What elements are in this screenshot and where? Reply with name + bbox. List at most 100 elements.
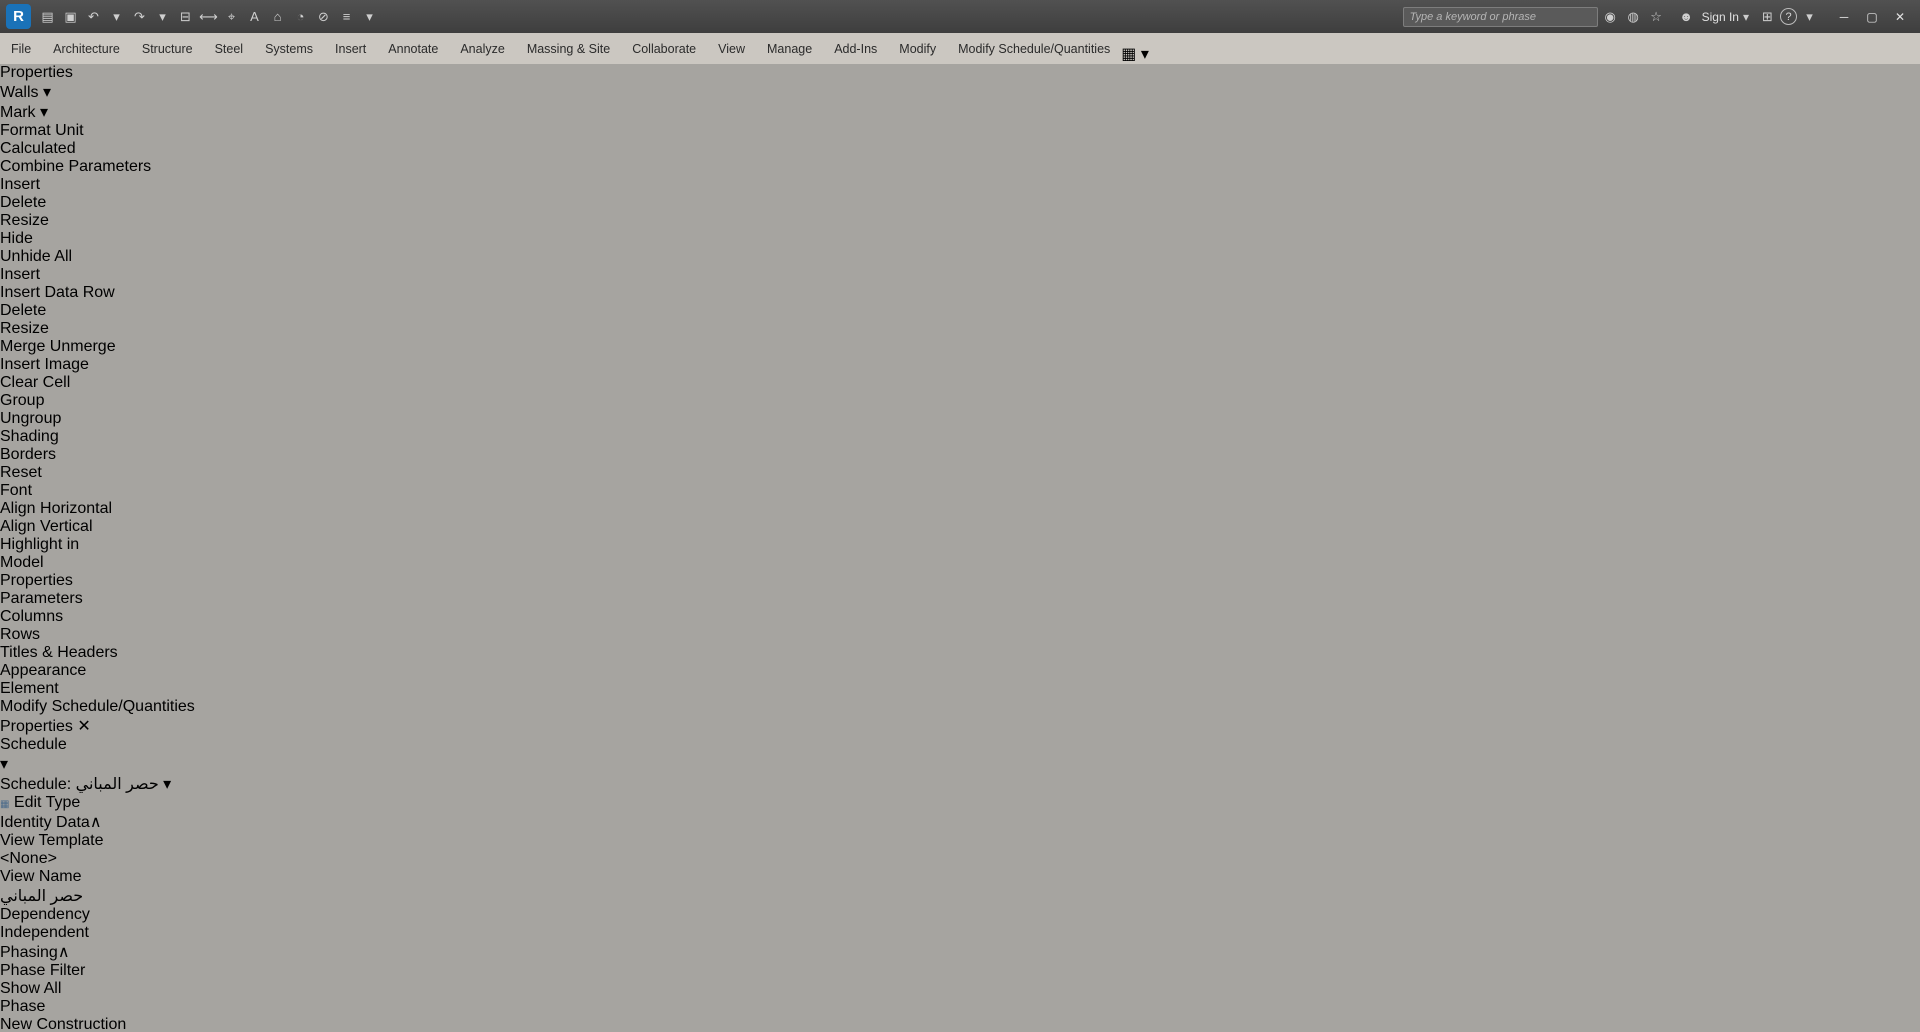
category-combo[interactable]: Walls ▾: [0, 82, 340, 102]
close-button[interactable]: ✕: [1886, 5, 1914, 29]
merge-unmerge-button[interactable]: Merge Unmerge: [0, 338, 285, 356]
clear-cell-button[interactable]: Clear Cell: [0, 374, 285, 392]
align-horizontal-button[interactable]: Align Horizontal: [0, 500, 375, 518]
insert-image-button[interactable]: Insert Image: [0, 356, 285, 374]
redo-dropdown-icon[interactable]: ▾: [151, 5, 174, 28]
thin-lines-icon[interactable]: ≡: [335, 5, 358, 28]
default-3d-view-icon[interactable]: ⌂: [266, 5, 289, 28]
properties-section-header[interactable]: Phasing∧: [0, 942, 1920, 962]
parameter-combo[interactable]: Mark ▾: [0, 102, 340, 122]
ribbon-tab-collaborate[interactable]: Collaborate: [621, 33, 707, 64]
customize-qat-icon[interactable]: ▾: [358, 5, 381, 28]
ribbon: Properties Walls ▾ Mark ▾ Format Unit Ca…: [0, 64, 1920, 572]
ribbon-tab-systems[interactable]: Systems: [254, 33, 324, 64]
open-icon[interactable]: ▤: [36, 5, 59, 28]
minimize-button[interactable]: ─: [1830, 5, 1858, 29]
print-icon[interactable]: ⊟: [174, 5, 197, 28]
section-icon[interactable]: ⊘: [312, 5, 335, 28]
insert-row-button[interactable]: Insert: [0, 266, 235, 284]
schedule-selector-combo[interactable]: Schedule: حصر المباني ▾: [0, 774, 1920, 794]
properties-button-label: Properties: [0, 64, 73, 81]
merge-unmerge-label: Merge Unmerge: [0, 338, 116, 355]
communication-center-icon[interactable]: ◍: [1622, 5, 1645, 28]
ribbon-tab-manage[interactable]: Manage: [756, 33, 823, 64]
collapse-chevron-icon[interactable]: ∧: [90, 814, 102, 831]
close-icon[interactable]: ✕: [77, 718, 90, 735]
render-icon[interactable]: ◔: [289, 5, 312, 28]
mode-bar: Modify Schedule/Quantities: [0, 698, 1920, 716]
ribbon-tab-modify-schedule-quantities[interactable]: Modify Schedule/Quantities: [947, 33, 1121, 64]
property-value[interactable]: Show All: [0, 980, 1920, 998]
format-unit-button[interactable]: Format Unit: [0, 122, 340, 140]
redo-icon[interactable]: ↷: [128, 5, 151, 28]
font-button[interactable]: Font: [0, 482, 375, 500]
ribbon-tab-view[interactable]: View: [707, 33, 756, 64]
help-icon[interactable]: ?: [1780, 8, 1797, 25]
undo-dropdown-icon[interactable]: ▾: [105, 5, 128, 28]
sign-in-button[interactable]: ☻ Sign In ▾: [1669, 5, 1755, 28]
ribbon-tab-structure[interactable]: Structure: [131, 33, 204, 64]
resize-row-button[interactable]: Resize: [0, 320, 235, 338]
ribbon-tab-annotate[interactable]: Annotate: [377, 33, 449, 64]
resize-column-button[interactable]: Resize: [0, 212, 265, 230]
insert-data-row-button[interactable]: Insert Data Row: [0, 284, 235, 302]
ribbon-tab-file[interactable]: File: [0, 33, 42, 64]
highlight-in-model-button[interactable]: Highlight in Model: [0, 536, 85, 572]
search-input[interactable]: [1402, 6, 1598, 27]
align-vertical-button[interactable]: Align Vertical: [0, 518, 375, 536]
property-edit-button[interactable]: <None>: [0, 850, 1920, 868]
delete-column-button[interactable]: Delete: [0, 194, 265, 212]
borders-button[interactable]: Borders: [0, 446, 375, 464]
edit-type-label: Edit Type: [13, 794, 81, 811]
hide-column-button[interactable]: Hide: [0, 230, 265, 248]
ribbon-tab-architecture[interactable]: Architecture: [42, 33, 131, 64]
chevron-down-icon: ▾: [42, 84, 51, 101]
insert-column-button[interactable]: Insert: [0, 176, 265, 194]
ribbon-display-toggle[interactable]: ▦ ▾: [1121, 44, 1149, 64]
unhide-all-button[interactable]: Unhide All: [0, 248, 265, 266]
combine-parameters-button[interactable]: Combine Parameters: [0, 158, 340, 176]
help-dropdown-icon[interactable]: ▾: [1798, 5, 1821, 28]
ribbon-tab-list: File Architecture Structure Steel Systems Ins…: [0, 33, 1121, 64]
delete-row-button[interactable]: Delete: [0, 302, 235, 320]
save-icon[interactable]: ▣: [59, 5, 82, 28]
ribbon-tab-add-ins[interactable]: Add-Ins: [823, 33, 888, 64]
properties-palette-header[interactable]: Properties ✕: [0, 716, 1920, 736]
borders-label: Borders: [0, 446, 57, 463]
undo-icon[interactable]: ↶: [82, 5, 105, 28]
aligned-dimension-icon[interactable]: ⌖: [220, 5, 243, 28]
reset-button[interactable]: Reset: [0, 464, 375, 482]
clear-cell-label: Clear Cell: [0, 374, 71, 391]
collapse-chevron-icon[interactable]: ∧: [58, 944, 70, 961]
properties-section-header[interactable]: Identity Data∧: [0, 812, 1920, 832]
edit-type-button[interactable]: ▦ Edit Type: [0, 794, 1920, 812]
restore-button[interactable]: ▢: [1858, 5, 1886, 29]
ribbon-tab-steel[interactable]: Steel: [204, 33, 255, 64]
revit-logo-icon[interactable]: R: [6, 4, 31, 29]
properties-button[interactable]: Properties: [0, 64, 73, 82]
type-selector[interactable]: Schedule ▾: [0, 736, 1920, 774]
insert-row-label: Insert: [0, 266, 41, 283]
property-value[interactable]: <None>: [0, 850, 1920, 868]
property-value[interactable]: حصر المباني: [0, 886, 1920, 906]
chevron-down-icon[interactable]: ▾: [0, 754, 1920, 774]
group-button[interactable]: Group: [0, 392, 285, 410]
ribbon-tab-analyze[interactable]: Analyze: [449, 33, 515, 64]
shading-button[interactable]: Shading: [0, 428, 375, 446]
grid-icon: ▦: [1121, 46, 1137, 63]
ungroup-button[interactable]: Ungroup: [0, 410, 285, 428]
store-icon[interactable]: ⊞: [1756, 5, 1779, 28]
panel-label: Columns: [0, 608, 64, 625]
ribbon-tab-insert[interactable]: Insert: [324, 33, 377, 64]
ribbon-tab-modify[interactable]: Modify: [888, 33, 947, 64]
measure-icon[interactable]: ⟷: [197, 5, 220, 28]
search-icon[interactable]: ◉: [1599, 5, 1622, 28]
text-icon[interactable]: A: [243, 5, 266, 28]
property-value[interactable]: Independent: [0, 924, 1920, 942]
favorites-icon[interactable]: ☆: [1645, 5, 1668, 28]
calculated-button[interactable]: Calculated: [0, 140, 340, 158]
property-value[interactable]: New Construction: [0, 1016, 1920, 1032]
properties-palette: Properties ✕ Schedule ▾ Schedule: حصر ال…: [0, 716, 1920, 1032]
ribbon-tab-massing-site[interactable]: Massing & Site: [516, 33, 621, 64]
panel-label: Appearance: [0, 662, 87, 679]
